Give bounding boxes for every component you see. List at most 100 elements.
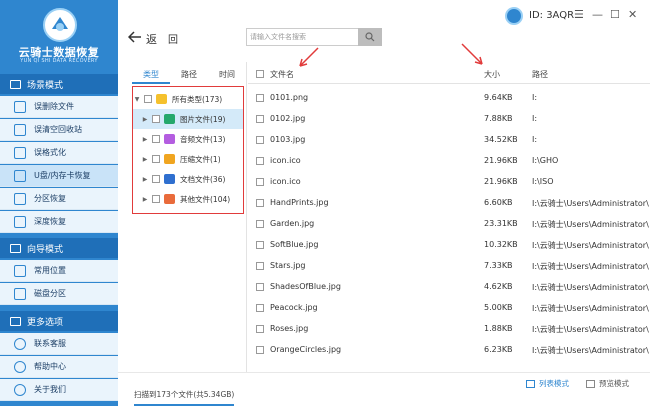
column-header-path[interactable]: 路径 xyxy=(532,69,548,80)
row-checkbox[interactable] xyxy=(256,199,264,207)
table-row[interactable]: OrangeCircles.jpg 6.23KB I:\云骑士\Users\Admi… xyxy=(248,339,650,360)
menu-button[interactable]: ☰ xyxy=(574,8,584,21)
tab-time[interactable]: 时间 xyxy=(208,68,246,84)
file-size: 5.00KB xyxy=(484,303,513,312)
list-mode-button[interactable]: 列表模式 xyxy=(526,378,569,389)
image-icon xyxy=(164,114,175,124)
table-row[interactable]: Roses.jpg 1.88KB I:\云骑士\Users\Administrato… xyxy=(248,318,650,339)
sidebar-item-deep[interactable]: 深度恢复 xyxy=(0,211,118,233)
row-checkbox[interactable] xyxy=(256,283,264,291)
row-checkbox[interactable] xyxy=(256,304,264,312)
file-name: 0102.jpg xyxy=(270,114,306,123)
row-checkbox[interactable] xyxy=(256,136,264,144)
row-checkbox[interactable] xyxy=(256,178,264,186)
help-icon xyxy=(14,360,26,373)
expand-icon[interactable]: ▶ xyxy=(141,136,149,143)
table-row[interactable]: Stars.jpg 7.33KB I:\云骑士\Users\Administrato… xyxy=(248,255,650,276)
checkbox[interactable] xyxy=(144,95,152,103)
format-icon xyxy=(14,146,26,159)
sidebar-item-support[interactable]: 联系客服 xyxy=(0,333,118,355)
folder-icon xyxy=(156,94,167,104)
file-type-tree: ▼ 所有类型(173) ▶ 图片文件(19) ▶ 音频文件(13) ▶ 压缩文件… xyxy=(132,86,244,214)
expand-icon[interactable]: ▶ xyxy=(141,176,149,183)
search-button[interactable] xyxy=(358,28,382,46)
file-name: SoftBlue.jpg xyxy=(270,240,319,249)
expand-icon[interactable]: ▶ xyxy=(141,196,149,203)
maximize-button[interactable]: ☐ xyxy=(610,8,620,21)
table-row[interactable]: ShadesOfBlue.jpg 4.62KB I:\云骑士\Users\Admin… xyxy=(248,276,650,297)
file-name: ShadesOfBlue.jpg xyxy=(270,282,341,291)
more-options-icon xyxy=(10,316,21,326)
deep-scan-icon xyxy=(14,215,26,228)
sidebar-item-format[interactable]: 误格式化 xyxy=(0,142,118,164)
section-more-options: 更多选项 xyxy=(0,311,118,331)
file-name: Roses.jpg xyxy=(270,324,309,333)
row-checkbox[interactable] xyxy=(256,346,264,354)
tree-item-images[interactable]: ▶ 图片文件(19) xyxy=(133,109,243,129)
back-button[interactable]: 返 xyxy=(146,31,157,47)
table-row[interactable]: Peacock.jpg 5.00KB I:\云骑士\Users\Administra… xyxy=(248,297,650,318)
file-path: I:\云骑士\Users\Administrator\ xyxy=(532,283,649,292)
sidebar-item-partition[interactable]: 分区恢复 xyxy=(0,188,118,210)
info-icon xyxy=(14,383,26,396)
table-row[interactable]: icon.ico 21.96KB I:\ISO xyxy=(248,171,650,192)
file-size: 23.31KB xyxy=(484,219,518,228)
sidebar-item-help[interactable]: 帮助中心 xyxy=(0,356,118,378)
sidebar-item-common-location[interactable]: 常用位置 xyxy=(0,260,118,282)
tree-item-audio[interactable]: ▶ 音频文件(13) xyxy=(133,129,243,149)
row-checkbox[interactable] xyxy=(256,220,264,228)
tree-item-zip[interactable]: ▶ 压缩文件(1) xyxy=(133,149,243,169)
table-row[interactable]: Garden.jpg 23.31KB I:\云骑士\Users\Administra… xyxy=(248,213,650,234)
user-avatar-icon xyxy=(505,7,523,25)
file-table-header: 文件名 大小 路径 xyxy=(248,64,650,84)
sidebar-item-usb-card[interactable]: U盘/内存卡恢复 xyxy=(0,165,118,187)
sidebar-item-recycle-bin[interactable]: 误清空回收站 xyxy=(0,119,118,141)
checkbox[interactable] xyxy=(152,175,160,183)
table-row[interactable]: HandPrints.jpg 6.60KB I:\云骑士\Users\Adminis… xyxy=(248,192,650,213)
preview-mode-button[interactable]: 预览模式 xyxy=(586,378,629,389)
row-checkbox[interactable] xyxy=(256,325,264,333)
select-all-checkbox[interactable] xyxy=(256,70,264,78)
minimize-button[interactable]: — xyxy=(592,8,603,21)
app-subtitle: YUN QI SHI DATA RECOVERY xyxy=(20,58,98,64)
table-row[interactable]: 0103.jpg 34.52KB I: xyxy=(248,129,650,150)
table-row[interactable]: SoftBlue.jpg 10.32KB I:\云骑士\Users\Administ… xyxy=(248,234,650,255)
file-name: icon.ico xyxy=(270,156,301,165)
column-header-name[interactable]: 文件名 xyxy=(270,69,294,80)
sidebar-item-disk-partition[interactable]: 磁盘分区 xyxy=(0,283,118,305)
row-checkbox[interactable] xyxy=(256,262,264,270)
row-checkbox[interactable] xyxy=(256,115,264,123)
sidebar: 云骑士数据恢复 YUN QI SHI DATA RECOVERY 场景模式 误删… xyxy=(0,0,118,406)
column-header-size[interactable]: 大小 xyxy=(484,69,500,80)
file-name: 0101.png xyxy=(270,93,309,102)
row-checkbox[interactable] xyxy=(256,157,264,165)
tab-type[interactable]: 类型 xyxy=(132,68,170,84)
row-checkbox[interactable] xyxy=(256,94,264,102)
back-arrow-icon[interactable] xyxy=(128,30,142,44)
row-checkbox[interactable] xyxy=(256,241,264,249)
list-icon xyxy=(526,379,535,388)
footer: 扫描到173个文件(共5.34GB) 列表模式 预览模式 xyxy=(118,372,650,406)
file-size: 1.88KB xyxy=(484,324,513,333)
tree-item-docs[interactable]: ▶ 文档文件(36) xyxy=(133,169,243,189)
tree-item-other[interactable]: ▶ 其他文件(104) xyxy=(133,189,243,209)
checkbox[interactable] xyxy=(152,195,160,203)
tab-path[interactable]: 路径 xyxy=(170,68,208,84)
checkbox[interactable] xyxy=(152,115,160,123)
sidebar-item-about[interactable]: 关于我们 xyxy=(0,379,118,401)
expand-icon[interactable]: ▶ xyxy=(141,116,149,123)
table-row[interactable]: icon.ico 21.96KB I:\GHO xyxy=(248,150,650,171)
checkbox[interactable] xyxy=(152,155,160,163)
checkbox[interactable] xyxy=(152,135,160,143)
table-row[interactable]: 0101.png 9.64KB I: xyxy=(248,87,650,108)
location-icon xyxy=(14,264,26,277)
close-button[interactable]: ✕ xyxy=(628,8,637,21)
file-size: 4.62KB xyxy=(484,282,513,291)
tree-item-all[interactable]: ▼ 所有类型(173) xyxy=(133,89,243,109)
collapse-icon[interactable]: ▼ xyxy=(133,96,141,103)
search-icon xyxy=(365,32,375,42)
table-row[interactable]: 0102.jpg 7.88KB I: xyxy=(248,108,650,129)
sidebar-item-deleted-files[interactable]: 误删除文件 xyxy=(0,96,118,118)
expand-icon[interactable]: ▶ xyxy=(141,156,149,163)
home-button[interactable]: 回 xyxy=(168,31,178,46)
